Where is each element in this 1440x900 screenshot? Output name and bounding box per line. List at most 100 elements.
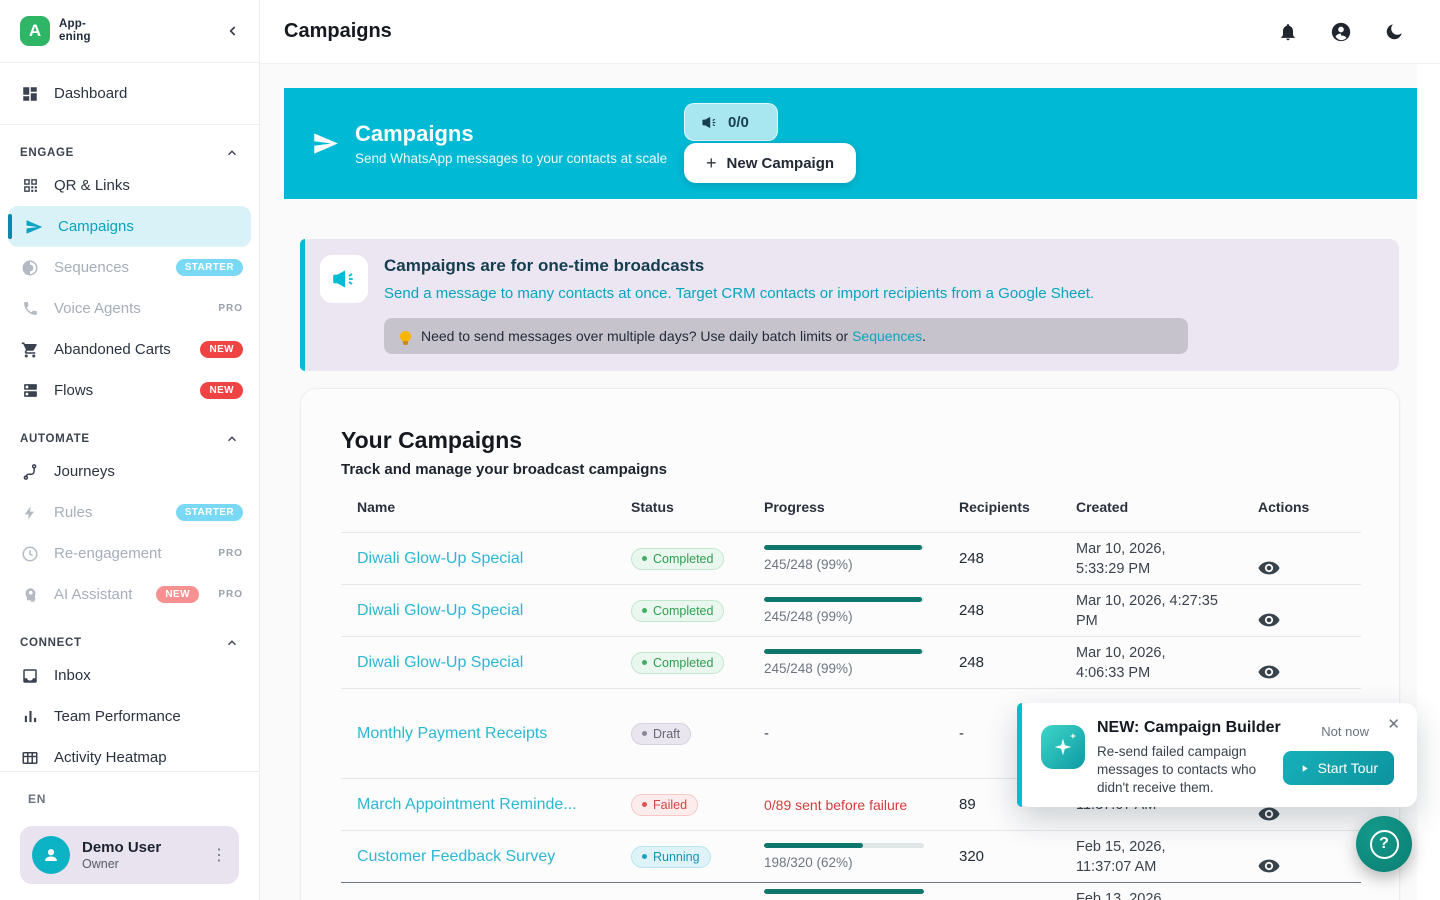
status-badge: Completed [631, 548, 724, 570]
sidebar-item-label: Abandoned Carts [54, 341, 171, 358]
sidebar-item-ai-assistant[interactable]: AI Assistant NEW PRO [0, 574, 259, 615]
brand-name-line2: ening [59, 31, 91, 44]
page-title: Campaigns [284, 20, 392, 43]
column-recipients: Recipients [959, 499, 1076, 515]
sidebar-item-inbox[interactable]: Inbox [0, 655, 259, 696]
section-automate[interactable]: AUTOMATE [0, 427, 259, 451]
play-icon [1299, 763, 1310, 774]
info-callout: Campaigns are for one-time broadcasts Se… [300, 239, 1399, 371]
info-title: Campaigns are for one-time broadcasts [384, 256, 704, 276]
sidebar-item-flows[interactable]: Flows NEW [0, 370, 259, 411]
toast-not-now-button[interactable]: Not now [1321, 724, 1369, 739]
sidebar-item-voice-agents[interactable]: Voice Agents PRO [0, 288, 259, 329]
sidebar-item-rules[interactable]: Rules STARTER [0, 492, 259, 533]
campaign-name-link[interactable]: Diwali Glow-Up Special [341, 602, 631, 620]
status-dot [642, 556, 647, 561]
campaign-name-link[interactable]: March Appointment Reminde... [341, 796, 631, 814]
info-body: Send a message to many contacts at once.… [384, 285, 1094, 302]
sidebar-collapse-button[interactable] [225, 23, 241, 39]
sidebar-item-label: Sequences [54, 259, 129, 276]
section-engage[interactable]: ENGAGE [0, 141, 259, 165]
dark-mode-moon-icon[interactable] [1384, 22, 1404, 42]
status-badge: Completed [631, 600, 724, 622]
sidebar-item-label: AI Assistant [54, 586, 132, 603]
section-connect[interactable]: CONNECT [0, 631, 259, 655]
notifications-bell-icon[interactable] [1278, 22, 1298, 42]
campaign-name-link[interactable]: Monthly Payment Receipts [341, 725, 631, 743]
send-icon [24, 218, 44, 236]
view-eye-icon[interactable] [1258, 557, 1361, 579]
pro-tag: PRO [218, 303, 243, 314]
close-icon[interactable]: ✕ [1387, 715, 1400, 733]
sidebar-item-campaigns[interactable]: Campaigns [8, 206, 251, 247]
start-tour-button[interactable]: Start Tour [1283, 751, 1394, 785]
created-line2: 11:37:07 AM [1076, 857, 1258, 877]
bolt-icon [20, 505, 40, 521]
chevron-up-icon [225, 636, 239, 650]
sidebar-item-team-performance[interactable]: Team Performance [0, 696, 259, 737]
view-eye-icon[interactable] [1258, 609, 1361, 631]
campaign-name-link[interactable]: Diwali Glow-Up Special [341, 550, 631, 568]
created-date: Feb 15, 2026,11:37:07 AM [1076, 837, 1258, 877]
account-icon[interactable] [1330, 21, 1352, 43]
recipients-count: 248 [959, 654, 1076, 671]
sidebar-item-dashboard[interactable]: Dashboard [0, 73, 259, 114]
starter-badge: STARTER [176, 504, 243, 521]
column-progress: Progress [764, 499, 959, 515]
lightbulb-icon [400, 331, 411, 342]
chevron-up-icon [225, 146, 239, 160]
table-row: Diwali Glow-Up Special Completed 245/248… [341, 533, 1361, 585]
sidebar-item-sequences[interactable]: Sequences STARTER [0, 247, 259, 288]
progress-bar [764, 843, 924, 848]
send-icon [312, 130, 339, 157]
sidebar-item-label: QR & Links [54, 177, 130, 194]
sidebar-item-qr-links[interactable]: QR & Links [0, 165, 259, 206]
chevron-up-icon [225, 432, 239, 446]
new-campaign-button[interactable]: + New Campaign [684, 143, 856, 183]
sidebar-item-label: Inbox [54, 667, 91, 684]
heatmap-icon [20, 749, 40, 767]
campaign-builder-toast: NEW: Campaign Builder Not now ✕ Re-send … [1017, 703, 1417, 807]
campaign-name-link[interactable] [341, 883, 631, 889]
progress-fail-label: 0/89 sent before failure [764, 797, 959, 813]
sidebar-item-re-engagement[interactable]: Re-engagement PRO [0, 533, 259, 574]
cart-icon [20, 341, 40, 359]
table-row: Diwali Glow-Up Special Completed 245/248… [341, 637, 1361, 689]
pro-tag: PRO [218, 548, 243, 559]
user-name: Demo User [82, 839, 161, 856]
brand-logo-icon: A [20, 16, 50, 46]
language-selector[interactable]: EN [28, 792, 239, 806]
status-dot [642, 608, 647, 613]
sidebar-item-label: Dashboard [54, 85, 127, 102]
user-role: Owner [82, 857, 161, 871]
user-card[interactable]: Demo User Owner ⋮ [20, 826, 239, 884]
sidebar-item-activity-heatmap[interactable]: Activity Heatmap [0, 737, 259, 771]
sidebar-item-label: Campaigns [58, 218, 134, 235]
dashboard-icon [20, 85, 40, 103]
sidebar-item-label: Voice Agents [54, 300, 141, 317]
your-campaigns-card: Your Campaigns Track and manage your bro… [300, 388, 1400, 900]
phone-icon [20, 300, 40, 317]
sidebar-item-label: Re-engagement [54, 545, 162, 562]
scrollbar-track[interactable] [1417, 64, 1440, 900]
campaign-name-link[interactable]: Diwali Glow-Up Special [341, 654, 631, 672]
ai-assistant-icon [20, 586, 40, 604]
sequences-link[interactable]: Sequences [852, 328, 922, 344]
status-dot [642, 660, 647, 665]
kebab-menu-icon[interactable]: ⋮ [211, 845, 227, 865]
sidebar-footer: EN Demo User Owner ⋮ [0, 771, 259, 900]
view-eye-icon[interactable] [1258, 855, 1361, 877]
help-button[interactable]: ? [1356, 816, 1412, 872]
progress-label: 245/248 (99%) [764, 661, 959, 676]
sidebar-item-journeys[interactable]: Journeys [0, 451, 259, 492]
new-badge: NEW [200, 341, 243, 358]
user-avatar [32, 836, 70, 874]
sidebar-item-abandoned-carts[interactable]: Abandoned Carts NEW [0, 329, 259, 370]
campaign-counter-pill[interactable]: 0/0 [684, 103, 778, 141]
status-badge: Completed [631, 652, 724, 674]
section-label: ENGAGE [20, 147, 74, 159]
created-date: Mar 10, 2026,4:06:33 PM [1076, 643, 1258, 683]
view-eye-icon[interactable] [1258, 661, 1361, 683]
progress-bar [764, 649, 924, 654]
campaign-name-link[interactable]: Customer Feedback Survey [341, 848, 631, 866]
